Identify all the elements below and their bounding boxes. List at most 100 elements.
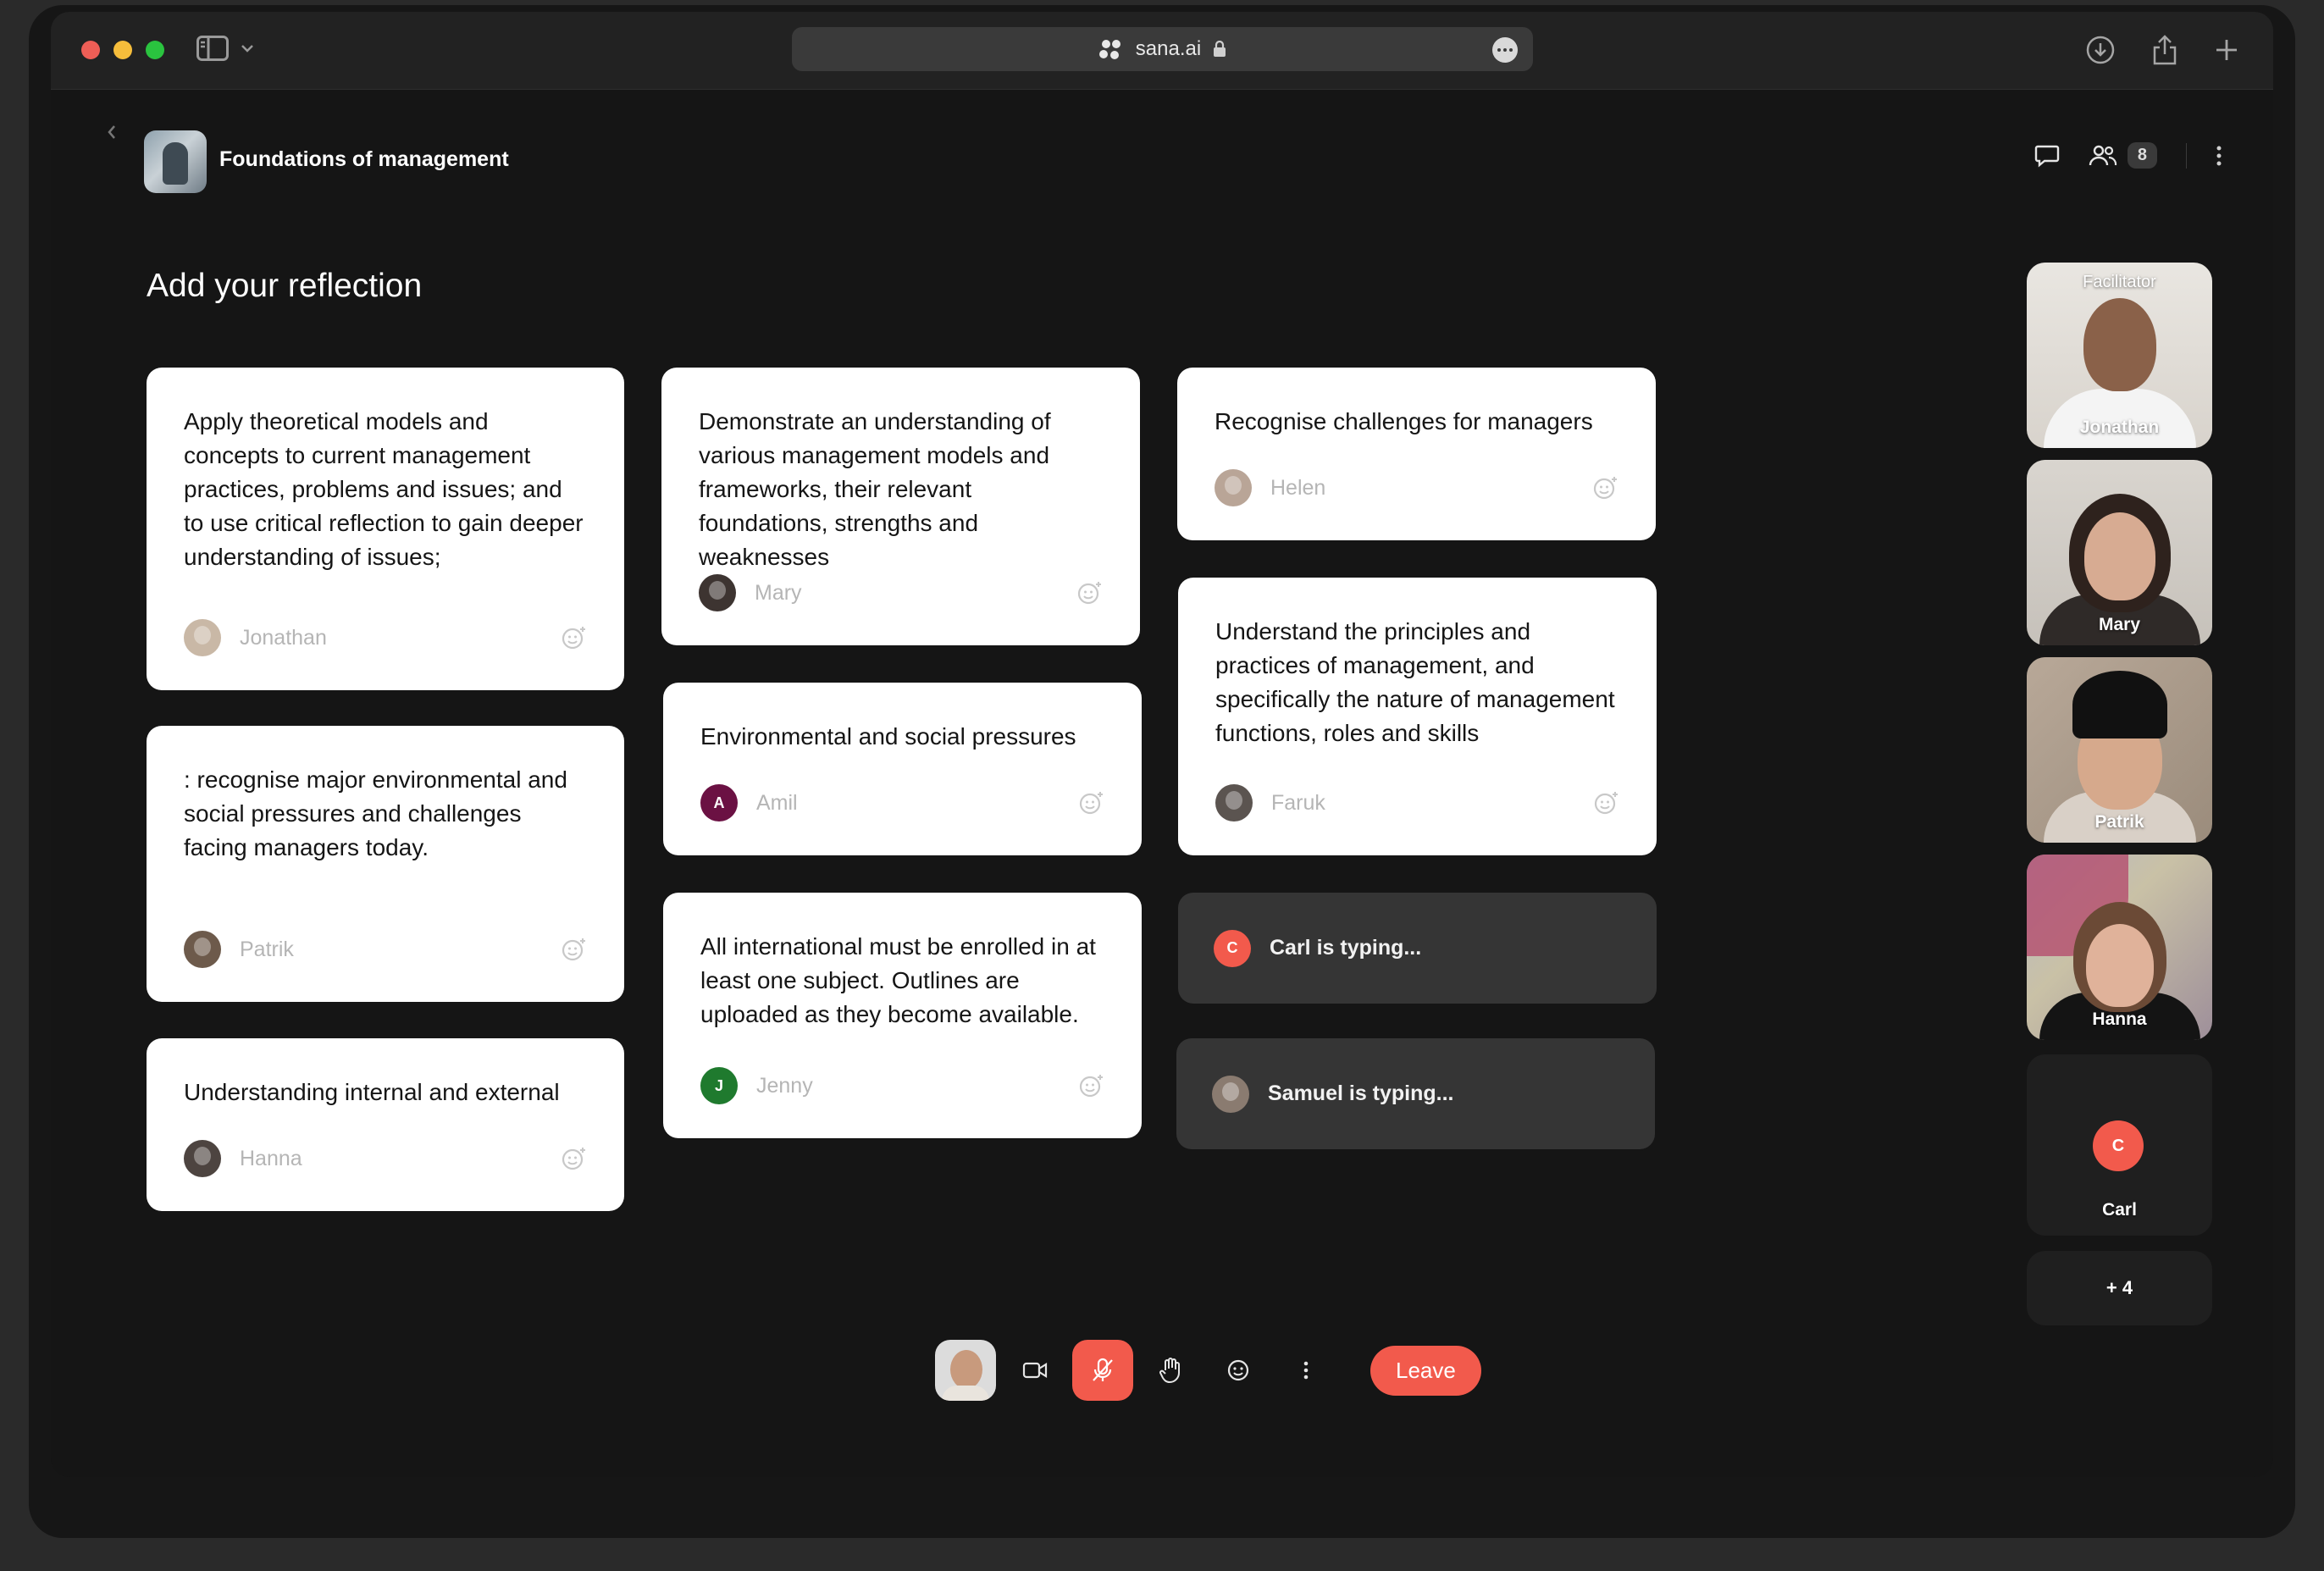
avatar bbox=[184, 931, 221, 968]
avatar bbox=[184, 619, 221, 656]
participant-head bbox=[2085, 924, 2154, 1007]
more-vertical-icon bbox=[1303, 1361, 1309, 1380]
leave-button[interactable]: Leave bbox=[1370, 1345, 1481, 1396]
add-reaction-icon[interactable] bbox=[1593, 475, 1618, 501]
self-view[interactable] bbox=[935, 1340, 996, 1401]
participant-video-tile[interactable]: Mary bbox=[2027, 460, 2212, 645]
browser-toolbar: sana.ai bbox=[51, 12, 2273, 90]
sidebar-icon bbox=[196, 36, 229, 61]
participant-name: Carl bbox=[2102, 1200, 2137, 1220]
participant-beanie bbox=[2072, 671, 2167, 738]
share-icon[interactable] bbox=[2151, 34, 2178, 66]
reactions-button[interactable] bbox=[1208, 1340, 1269, 1401]
microphone-toggle[interactable] bbox=[1072, 1340, 1133, 1401]
add-reaction-icon[interactable] bbox=[562, 937, 587, 962]
participants-button[interactable]: 8 bbox=[2089, 142, 2157, 169]
call-controls: Leave bbox=[935, 1340, 1481, 1401]
typing-indicator: Samuel is typing... bbox=[1176, 1038, 1655, 1149]
card-footer: Jonathan bbox=[184, 619, 587, 656]
participant-role: Facilitator bbox=[2083, 273, 2156, 291]
participant-video-tile[interactable]: Facilitator Jonathan bbox=[2027, 263, 2212, 448]
more-options-icon[interactable] bbox=[2216, 145, 2222, 167]
card-footer: Helen bbox=[1215, 469, 1618, 506]
reflection-card[interactable]: Environmental and social pressures A Ami… bbox=[663, 683, 1142, 855]
reflection-text: Demonstrate an understanding of various … bbox=[699, 408, 1051, 570]
card-footer: Faruk bbox=[1215, 784, 1619, 821]
page-options-button[interactable] bbox=[1492, 37, 1518, 63]
header-actions: 8 bbox=[2034, 142, 2222, 169]
course-thumbnail bbox=[144, 130, 207, 193]
raise-hand-button[interactable] bbox=[1140, 1340, 1201, 1401]
reflection-card[interactable]: Understanding internal and external Hann… bbox=[147, 1038, 624, 1211]
reflection-text: All international must be enrolled in at… bbox=[700, 933, 1096, 1027]
typing-label: Carl is typing... bbox=[1270, 936, 1422, 960]
participant-head bbox=[2083, 298, 2156, 391]
participant-name: Jonathan bbox=[2079, 418, 2160, 437]
add-reaction-icon[interactable] bbox=[562, 625, 587, 650]
video-camera-icon bbox=[1022, 1362, 1048, 1379]
reflection-text: : recognise major environmental and soci… bbox=[184, 766, 567, 860]
reflection-text: Recognise challenges for managers bbox=[1215, 408, 1593, 434]
window-controls bbox=[81, 41, 164, 59]
lock-icon bbox=[1214, 41, 1226, 57]
course-title: Foundations of management bbox=[219, 147, 509, 171]
url-text: sana.ai bbox=[1135, 37, 1202, 60]
reflection-text: Understand the principles and practices … bbox=[1215, 618, 1615, 746]
participant-video-tile[interactable]: Hanna bbox=[2027, 855, 2212, 1040]
participant-count-badge: 8 bbox=[2127, 142, 2157, 169]
card-footer: J Jenny bbox=[700, 1067, 1104, 1104]
more-controls-button[interactable] bbox=[1275, 1340, 1336, 1401]
close-window-button[interactable] bbox=[81, 41, 100, 59]
reflection-text: Apply theoretical models and concepts to… bbox=[184, 408, 584, 570]
more-participants-label: + 4 bbox=[2105, 1277, 2133, 1298]
participant-tile[interactable]: C Carl bbox=[2027, 1054, 2212, 1236]
back-button[interactable] bbox=[107, 122, 117, 146]
reflection-card[interactable]: Apply theoretical models and concepts to… bbox=[147, 368, 624, 690]
minimize-window-button[interactable] bbox=[113, 41, 132, 59]
avatar: J bbox=[700, 1067, 738, 1104]
chat-icon[interactable] bbox=[2034, 144, 2060, 168]
smiley-icon bbox=[1227, 1359, 1249, 1381]
address-bar[interactable]: sana.ai bbox=[792, 27, 1533, 71]
add-reaction-icon[interactable] bbox=[1079, 1073, 1104, 1098]
reflection-card[interactable]: All international must be enrolled in at… bbox=[663, 893, 1142, 1138]
card-footer: Patrik bbox=[184, 931, 587, 968]
avatar bbox=[1212, 1075, 1249, 1113]
avatar bbox=[1215, 784, 1253, 821]
participant-name: Mary bbox=[2098, 615, 2141, 634]
author-name: Jenny bbox=[756, 1073, 813, 1098]
new-tab-icon[interactable] bbox=[2214, 37, 2239, 63]
add-reaction-icon[interactable] bbox=[1077, 580, 1103, 606]
card-footer: Hanna bbox=[184, 1140, 587, 1177]
reflection-card[interactable]: Demonstrate an understanding of various … bbox=[661, 368, 1140, 645]
microphone-off-icon bbox=[1093, 1358, 1113, 1381]
add-reaction-icon[interactable] bbox=[1079, 790, 1104, 816]
zoom-window-button[interactable] bbox=[146, 41, 164, 59]
typing-indicator: C Carl is typing... bbox=[1178, 893, 1657, 1004]
card-footer: A Amil bbox=[700, 784, 1104, 821]
author-name: Amil bbox=[756, 790, 798, 815]
avatar bbox=[699, 574, 736, 611]
avatar: A bbox=[700, 784, 738, 821]
author-name: Mary bbox=[755, 580, 802, 605]
camera-button[interactable] bbox=[1004, 1340, 1065, 1401]
author-name: Faruk bbox=[1271, 790, 1325, 815]
add-reaction-icon[interactable] bbox=[1594, 790, 1619, 816]
self-avatar-face bbox=[950, 1350, 982, 1389]
author-name: Jonathan bbox=[240, 625, 327, 650]
add-reaction-icon[interactable] bbox=[562, 1146, 587, 1171]
sidebar-toggle-button[interactable] bbox=[196, 36, 254, 61]
reflection-card[interactable]: Understand the principles and practices … bbox=[1178, 578, 1657, 855]
participant-name: Hanna bbox=[2092, 1010, 2147, 1029]
participant-video-tile[interactable]: Patrik bbox=[2027, 657, 2212, 843]
reflection-card[interactable]: Recognise challenges for managers Helen bbox=[1177, 368, 1656, 540]
header-divider bbox=[2186, 142, 2187, 169]
more-participants-button[interactable]: + 4 bbox=[2027, 1251, 2212, 1325]
card-footer: Mary bbox=[699, 574, 1103, 611]
participant-avatar: C bbox=[2093, 1120, 2144, 1171]
participant-head bbox=[2083, 512, 2155, 600]
download-icon[interactable] bbox=[2085, 35, 2116, 65]
author-name: Helen bbox=[1270, 475, 1326, 500]
reflection-card[interactable]: : recognise major environmental and soci… bbox=[147, 726, 624, 1002]
page-title: Add your reflection bbox=[147, 268, 423, 304]
